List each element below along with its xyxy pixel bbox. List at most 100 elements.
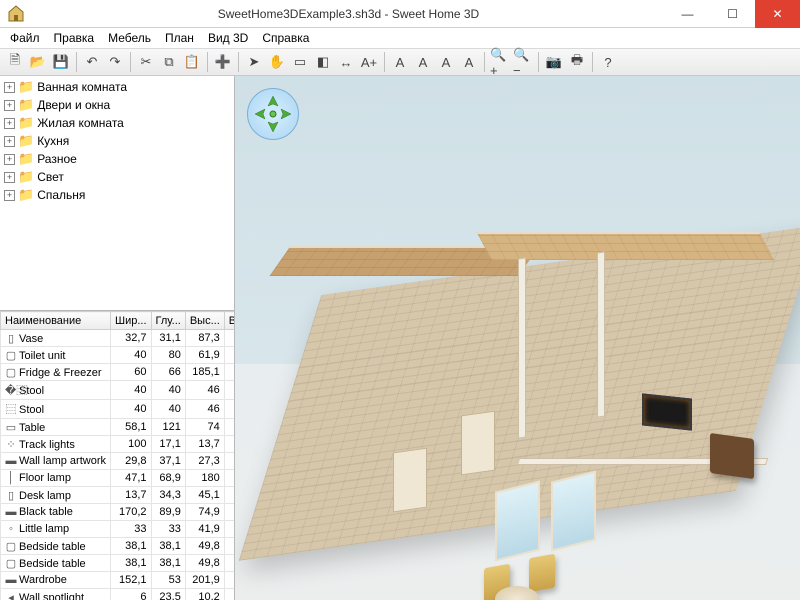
tool-a-icon[interactable]: A [389, 51, 411, 73]
catalog-category[interactable]: +📁Кухня [2, 132, 232, 150]
room-icon[interactable]: ◧ [312, 51, 334, 73]
cell-value: 27,3 [185, 453, 224, 470]
table-row[interactable]: ▢Bedside table38,138,149,8 [1, 538, 235, 555]
menu-plan[interactable]: План [159, 30, 200, 46]
expand-icon[interactable]: + [4, 100, 15, 111]
cell-value: 37,1 [151, 453, 185, 470]
cell-value: 40 [151, 400, 185, 419]
expand-icon[interactable]: + [4, 136, 15, 147]
expand-icon[interactable]: + [4, 154, 15, 165]
save-icon[interactable]: 💾 [50, 51, 72, 73]
toolbar: 🗎📂💾↶↷✂⧉📋➕➤✋▭◧↔A+AAAA🔍+🔍−📷🖶? [0, 48, 800, 76]
cell-value: 66 [151, 364, 185, 381]
table-row[interactable]: ▬Wardrobe152,153201,9 [1, 572, 235, 589]
catalog-category[interactable]: +📁Жилая комната [2, 114, 232, 132]
menu-view3d[interactable]: Вид 3D [202, 30, 254, 46]
minimize-button[interactable]: — [665, 0, 710, 28]
cell-value: 74 [185, 419, 224, 436]
catalog-category[interactable]: +📁Свет [2, 168, 232, 186]
wall-icon[interactable]: ▭ [289, 51, 311, 73]
cell-value: 40 [151, 381, 185, 400]
expand-icon[interactable]: + [4, 190, 15, 201]
table-row[interactable]: ▢Fridge & Freezer6066185,1 [1, 364, 235, 381]
print-icon[interactable]: 🖶 [566, 51, 588, 73]
view-3d[interactable] [235, 76, 800, 600]
text-icon[interactable]: A+ [358, 51, 380, 73]
table-row[interactable]: ⿳Stool404046 [1, 400, 235, 419]
column-header[interactable]: Глу... [151, 312, 185, 330]
cell-value: 180 [185, 470, 224, 487]
new-icon[interactable]: 🗎 [4, 51, 26, 73]
catalog-category[interactable]: +📁Ванная комната [2, 78, 232, 96]
table-row[interactable]: ⁘Track lights10017,113,7 [1, 436, 235, 453]
column-header[interactable]: Шир... [111, 312, 152, 330]
menu-help[interactable]: Справка [256, 30, 315, 46]
furniture-icon: ▢ [5, 349, 17, 362]
furniture-icon: ▢ [5, 540, 17, 553]
catalog-category[interactable]: +📁Двери и окна [2, 96, 232, 114]
undo-icon[interactable]: ↶ [81, 51, 103, 73]
cut-icon[interactable]: ✂ [135, 51, 157, 73]
open-icon[interactable]: 📂 [27, 51, 49, 73]
photo-icon[interactable]: 📷 [543, 51, 565, 73]
add-furniture-icon[interactable]: ➕ [212, 51, 234, 73]
table-row[interactable]: ▯Vase32,731,187,3 [1, 330, 235, 347]
cell-value: 38,1 [151, 555, 185, 572]
maximize-button[interactable]: ☐ [710, 0, 755, 28]
column-header[interactable]: Наименование [1, 312, 111, 330]
table-row[interactable]: �⿳Stool404046 [1, 381, 235, 400]
column-header[interactable]: Выс... [185, 312, 224, 330]
table-row[interactable]: ◂Wall spotlight623,510,2 [1, 589, 235, 600]
cell-value: 10,2 [185, 589, 224, 600]
tool-b-icon[interactable]: A [412, 51, 434, 73]
table-row[interactable]: ▬Wall lamp artwork29,837,127,3 [1, 453, 235, 470]
close-button[interactable]: ✕ [755, 0, 800, 28]
table-row[interactable]: ▭Table58,112174 [1, 419, 235, 436]
table-row[interactable]: ▢Toilet unit408061,9 [1, 347, 235, 364]
redo-icon[interactable]: ↷ [104, 51, 126, 73]
zoom-out-icon[interactable]: 🔍− [512, 51, 534, 73]
catalog-tree[interactable]: +📁Ванная комната+📁Двери и окна+📁Жилая ко… [0, 76, 234, 311]
pan-icon[interactable]: ✋ [266, 51, 288, 73]
paste-icon[interactable]: 📋 [181, 51, 203, 73]
catalog-category[interactable]: +📁Спальня [2, 186, 232, 204]
help-icon[interactable]: ? [597, 51, 619, 73]
cell-value: 201,9 [185, 572, 224, 589]
furniture-icon: ▬ [5, 506, 17, 518]
folder-icon: 📁 [18, 187, 34, 203]
folder-icon: 📁 [18, 169, 34, 185]
menu-file[interactable]: Файл [4, 30, 46, 46]
cell-value: 34,3 [151, 487, 185, 504]
tool-c-icon[interactable]: A [435, 51, 457, 73]
folder-icon: 📁 [18, 133, 34, 149]
tool-d-icon[interactable]: A [458, 51, 480, 73]
table-row[interactable]: ▢Bedside table38,138,149,8 [1, 555, 235, 572]
column-header[interactable]: Видим... [224, 312, 234, 330]
menu-furniture[interactable]: Мебель [102, 30, 157, 46]
copy-icon[interactable]: ⧉ [158, 51, 180, 73]
furniture-name: Bedside table [19, 558, 86, 570]
menu-edit[interactable]: Правка [48, 30, 101, 46]
table-row[interactable]: │Floor lamp47,168,9180 [1, 470, 235, 487]
furniture-name: Stool [19, 385, 44, 397]
table-row[interactable]: ◦Little lamp333341,9 [1, 521, 235, 538]
dimension-icon[interactable]: ↔ [335, 51, 357, 73]
table-row[interactable]: ▬Black table170,289,974,9 [1, 504, 235, 521]
nav-compass[interactable] [247, 88, 299, 140]
select-icon[interactable]: ➤ [243, 51, 265, 73]
furniture-icon: ▭ [5, 421, 17, 434]
furniture-name: Toilet unit [19, 350, 65, 362]
cell-value: 40 [111, 381, 152, 400]
furniture-table[interactable]: НаименованиеШир...Глу...Выс...Видим... ▯… [0, 311, 234, 600]
expand-icon[interactable]: + [4, 172, 15, 183]
expand-icon[interactable]: + [4, 82, 15, 93]
catalog-category[interactable]: +📁Разное [2, 150, 232, 168]
zoom-in-icon[interactable]: 🔍+ [489, 51, 511, 73]
cell-value: 74,9 [185, 504, 224, 521]
table-row[interactable]: ▯Desk lamp13,734,345,1 [1, 487, 235, 504]
cell-value: 13,7 [111, 487, 152, 504]
furniture-icon: ▢ [5, 366, 17, 379]
expand-icon[interactable]: + [4, 118, 15, 129]
sofa-prop [710, 433, 754, 479]
cell-value: 53 [151, 572, 185, 589]
